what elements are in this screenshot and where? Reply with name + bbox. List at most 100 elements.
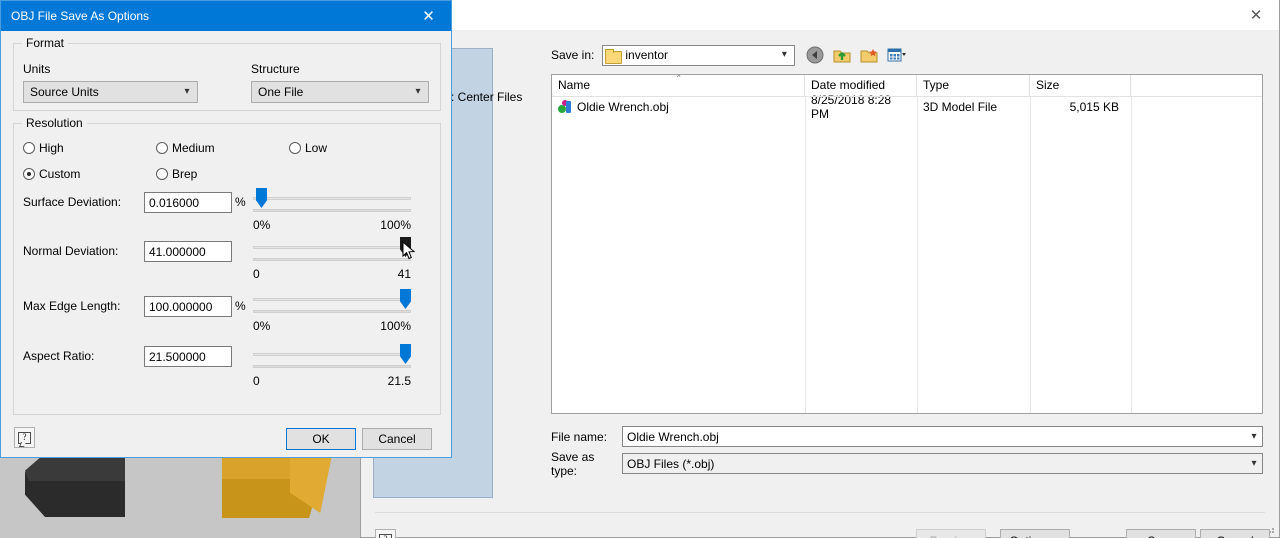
chevron-down-icon[interactable]: ▾ (177, 87, 197, 97)
radio-icon (289, 142, 301, 154)
structure-label: Structure (251, 62, 300, 76)
surface-deviation-slider[interactable]: 0% 100% (253, 188, 411, 232)
slider-max-label: 100% (380, 218, 411, 232)
aspect-ratio-label: Aspect Ratio: (23, 349, 95, 363)
obj-options-titlebar: OBJ File Save As Options ✕ (1, 1, 451, 31)
radio-icon (156, 168, 168, 180)
chevron-down-icon[interactable]: ▾ (1246, 458, 1262, 469)
format-group-label: Format (22, 36, 69, 50)
file-name-label: File name: (551, 429, 608, 444)
max-edge-length-unit: % (235, 299, 246, 313)
close-icon[interactable]: ✕ (406, 1, 451, 31)
file-browser-toolbar (805, 45, 907, 65)
slider-thumb[interactable] (256, 188, 267, 208)
cancel-button[interactable]: Cancel (362, 428, 432, 450)
slider-thumb[interactable] (400, 289, 411, 309)
list-item[interactable]: Oldie Wrench.obj 8/25/2018 8:28 PM 3D Mo… (552, 93, 1262, 121)
units-combobox[interactable]: Source Units ▾ (23, 81, 198, 103)
radio-low[interactable]: Low (289, 141, 327, 155)
3d-model-file-icon (558, 100, 572, 114)
save-in-row: Save in: inventor ▾ (551, 44, 1263, 66)
column-header-filler (1131, 75, 1262, 96)
surface-deviation-input[interactable]: 0.016000 (144, 192, 232, 213)
radio-custom-label: Custom (39, 167, 81, 181)
max-edge-length-slider[interactable]: 0% 100% (253, 289, 411, 333)
structure-combobox[interactable]: One File ▾ (251, 81, 429, 103)
save-in-value: inventor (625, 48, 669, 62)
save-in-label: Save in: (551, 48, 595, 62)
radio-high[interactable]: High (23, 141, 64, 155)
close-icon[interactable]: ✕ (1233, 0, 1279, 30)
slider-min-label: 0 (253, 267, 260, 281)
max-edge-length-value: 100.000000 (149, 299, 213, 314)
ok-button[interactable]: OK (286, 428, 356, 450)
save-as-type-combobox[interactable]: OBJ Files (*.obj) ▾ (622, 453, 1263, 474)
chevron-down-icon[interactable]: ▾ (408, 87, 428, 97)
radio-medium[interactable]: Medium (156, 141, 215, 155)
column-header-date-modified[interactable]: Date modified (805, 75, 917, 96)
file-name-cell: Oldie Wrench.obj (552, 100, 805, 114)
slider-min-label: 0% (253, 319, 271, 333)
cad-part-dark-top (25, 455, 125, 481)
slider-track (253, 246, 411, 249)
radio-icon (156, 142, 168, 154)
save-as-dialog: ✕ : Center Files Save in: inventor ▾ Nam… (360, 0, 1280, 538)
chevron-down-icon[interactable]: ▾ (1246, 431, 1262, 442)
new-folder-icon[interactable] (859, 45, 879, 65)
cancel-button[interactable]: Cancel (1200, 529, 1270, 538)
slider-max-label: 41 (397, 267, 411, 281)
file-name-value: Oldie Wrench.obj (627, 429, 719, 444)
file-name-input[interactable]: Oldie Wrench.obj ▾ (622, 426, 1263, 447)
slider-thumb[interactable] (400, 237, 411, 257)
save-in-combobox[interactable]: inventor ▾ (602, 44, 796, 66)
save-as-body: : Center Files Save in: inventor ▾ Name … (361, 30, 1279, 538)
folder-icon (605, 48, 623, 64)
slider-track-secondary (253, 258, 411, 261)
radio-custom[interactable]: Custom (23, 167, 80, 181)
file-list-header: Name Date modified Type Size ˄ (552, 73, 1262, 97)
resolution-group-label: Resolution (22, 116, 87, 130)
units-value: Source Units (30, 85, 99, 99)
help-icon: ? (18, 431, 31, 444)
options-button[interactable]: Options... (1000, 529, 1070, 538)
slider-thumb[interactable] (400, 344, 411, 364)
divider (375, 512, 1265, 513)
resize-grip[interactable] (1266, 525, 1276, 535)
radio-icon-selected (23, 168, 35, 180)
normal-deviation-slider[interactable]: 0 41 (253, 237, 411, 281)
radio-medium-label: Medium (172, 141, 215, 155)
slider-track (253, 353, 411, 356)
column-header-type[interactable]: Type (917, 75, 1030, 96)
aspect-ratio-input[interactable]: 21.500000 (144, 346, 232, 367)
file-date-cell: 8/25/2018 8:28 PM (811, 93, 892, 121)
file-size-cell: 5,015 KB (1069, 100, 1119, 114)
save-button[interactable]: Save (1126, 529, 1196, 538)
max-edge-length-label: Max Edge Length: (23, 299, 121, 313)
radio-brep[interactable]: Brep (156, 167, 197, 181)
chevron-down-icon[interactable]: ▾ (776, 50, 792, 60)
aspect-ratio-slider[interactable]: 0 21.5 (253, 344, 411, 388)
back-icon[interactable] (805, 45, 825, 65)
slider-track-secondary (253, 209, 411, 212)
max-edge-length-input[interactable]: 100.000000 (144, 296, 232, 317)
units-label: Units (23, 62, 51, 76)
preview-button[interactable]: Preview (916, 529, 986, 538)
help-button[interactable]: ? (14, 427, 35, 448)
normal-deviation-label: Normal Deviation: (23, 244, 119, 258)
slider-max-label: 21.5 (387, 374, 411, 388)
file-type-cell: 3D Model File (923, 100, 998, 114)
slider-min-label: 0 (253, 374, 260, 388)
file-list[interactable]: Name Date modified Type Size ˄ Oldie Wre… (551, 73, 1263, 414)
help-icon: ? (379, 533, 392, 538)
slider-track-secondary (253, 365, 411, 368)
up-folder-icon[interactable] (832, 45, 852, 65)
save-as-type-row: Save as type: OBJ Files (*.obj) ▾ (551, 450, 1263, 478)
radio-brep-label: Brep (172, 167, 198, 181)
aspect-ratio-value: 21.500000 (149, 349, 206, 364)
help-button[interactable]: ? (375, 529, 396, 538)
sort-ascending-icon: ˄ (676, 73, 682, 86)
normal-deviation-value: 41.000000 (149, 244, 206, 259)
column-header-size[interactable]: Size (1030, 75, 1131, 96)
normal-deviation-input[interactable]: 41.000000 (144, 241, 232, 262)
views-icon[interactable] (886, 45, 907, 65)
